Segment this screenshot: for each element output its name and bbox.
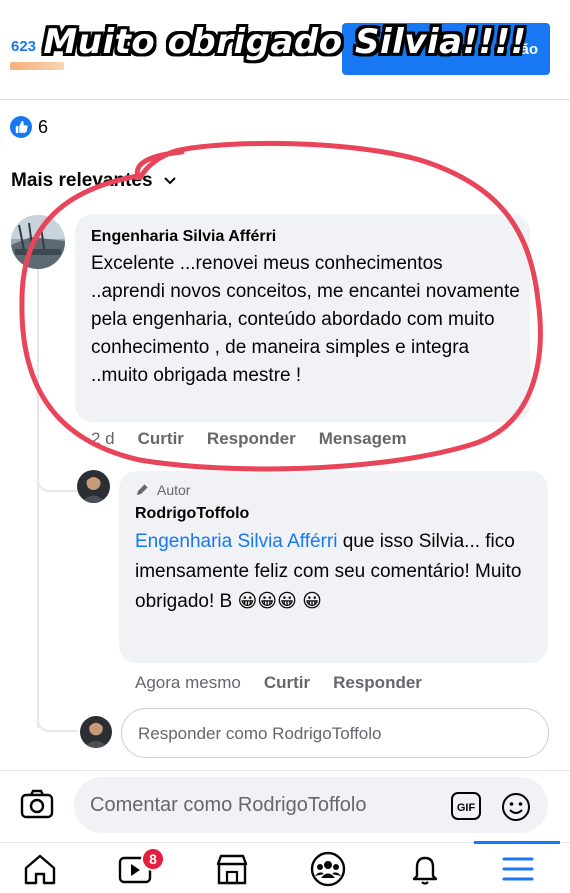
comment-composer: Comentar como RodrigoToffolo GIF	[0, 770, 570, 842]
reply-reply-button[interactable]: Responder	[333, 673, 422, 693]
notification-badge: 8	[141, 847, 165, 871]
like-icon	[10, 116, 32, 138]
reactions-count: 6	[38, 116, 49, 137]
emoji-icon[interactable]	[500, 791, 532, 828]
svg-text:GIF: GIF	[457, 802, 476, 814]
thread-connector	[37, 700, 77, 732]
author-badge-label: Autor	[157, 482, 191, 498]
reply-text: Engenharia Silvia Afférri que isso Silvi…	[135, 527, 540, 617]
sort-label: Mais relevantes	[11, 170, 153, 191]
like-button[interactable]: Curtir	[138, 429, 184, 449]
top-bar: 623 ão Muito obrigado Silvia!!!!	[0, 0, 570, 100]
reactions-summary[interactable]: 6	[10, 116, 48, 138]
active-tab-indicator	[474, 841, 560, 844]
reply-author[interactable]: RodrigoToffolo	[135, 505, 249, 523]
author-badge: Autor	[135, 482, 190, 498]
camera-icon[interactable]	[20, 789, 54, 824]
author-avatar[interactable]	[77, 470, 110, 503]
reply-like-button[interactable]: Curtir	[264, 673, 310, 693]
comment-bubble: Engenharia Silvia Afférri Excelente ...r…	[75, 214, 530, 422]
groups-icon[interactable]	[306, 849, 350, 889]
comment-actions: 2 d Curtir Responder Mensagem	[91, 429, 407, 449]
current-user-avatar	[80, 716, 112, 748]
reply-bubble: Autor RodrigoToffolo Engenharia Silvia A…	[119, 471, 548, 663]
reply-button[interactable]: Responder	[207, 429, 296, 449]
message-button[interactable]: Mensagem	[319, 429, 407, 449]
reply-input[interactable]: Responder como RodrigoToffolo	[121, 708, 549, 758]
thread-line	[37, 268, 39, 728]
gif-icon[interactable]: GIF	[450, 791, 482, 826]
menu-icon[interactable]	[496, 849, 540, 889]
progress-bar	[10, 62, 64, 70]
sort-dropdown[interactable]: Mais relevantes	[11, 170, 177, 192]
comment-time: 2 d	[91, 429, 115, 448]
overlay-caption: Muito obrigado Silvia!!!!	[43, 22, 527, 62]
reply-time: Agora mesmo	[135, 673, 241, 692]
commenter-avatar[interactable]	[11, 215, 65, 269]
reply-actions: Agora mesmo Curtir Responder	[135, 673, 422, 693]
bottom-navigation: 8	[0, 841, 570, 893]
emoji-group: 😀😀😀 😀	[237, 591, 322, 612]
bell-icon[interactable]	[403, 849, 447, 889]
comment-author[interactable]: Engenharia Silvia Afférri	[91, 228, 276, 246]
marketplace-icon[interactable]	[210, 849, 254, 889]
pen-icon	[137, 483, 149, 495]
home-icon[interactable]	[18, 849, 62, 889]
thread-connector	[37, 460, 77, 492]
mention-link[interactable]: Engenharia Silvia Afférri	[135, 531, 337, 552]
chevron-down-icon	[163, 177, 176, 185]
comment-text: Excelente ...renovei meus conhecimentos …	[91, 253, 520, 386]
